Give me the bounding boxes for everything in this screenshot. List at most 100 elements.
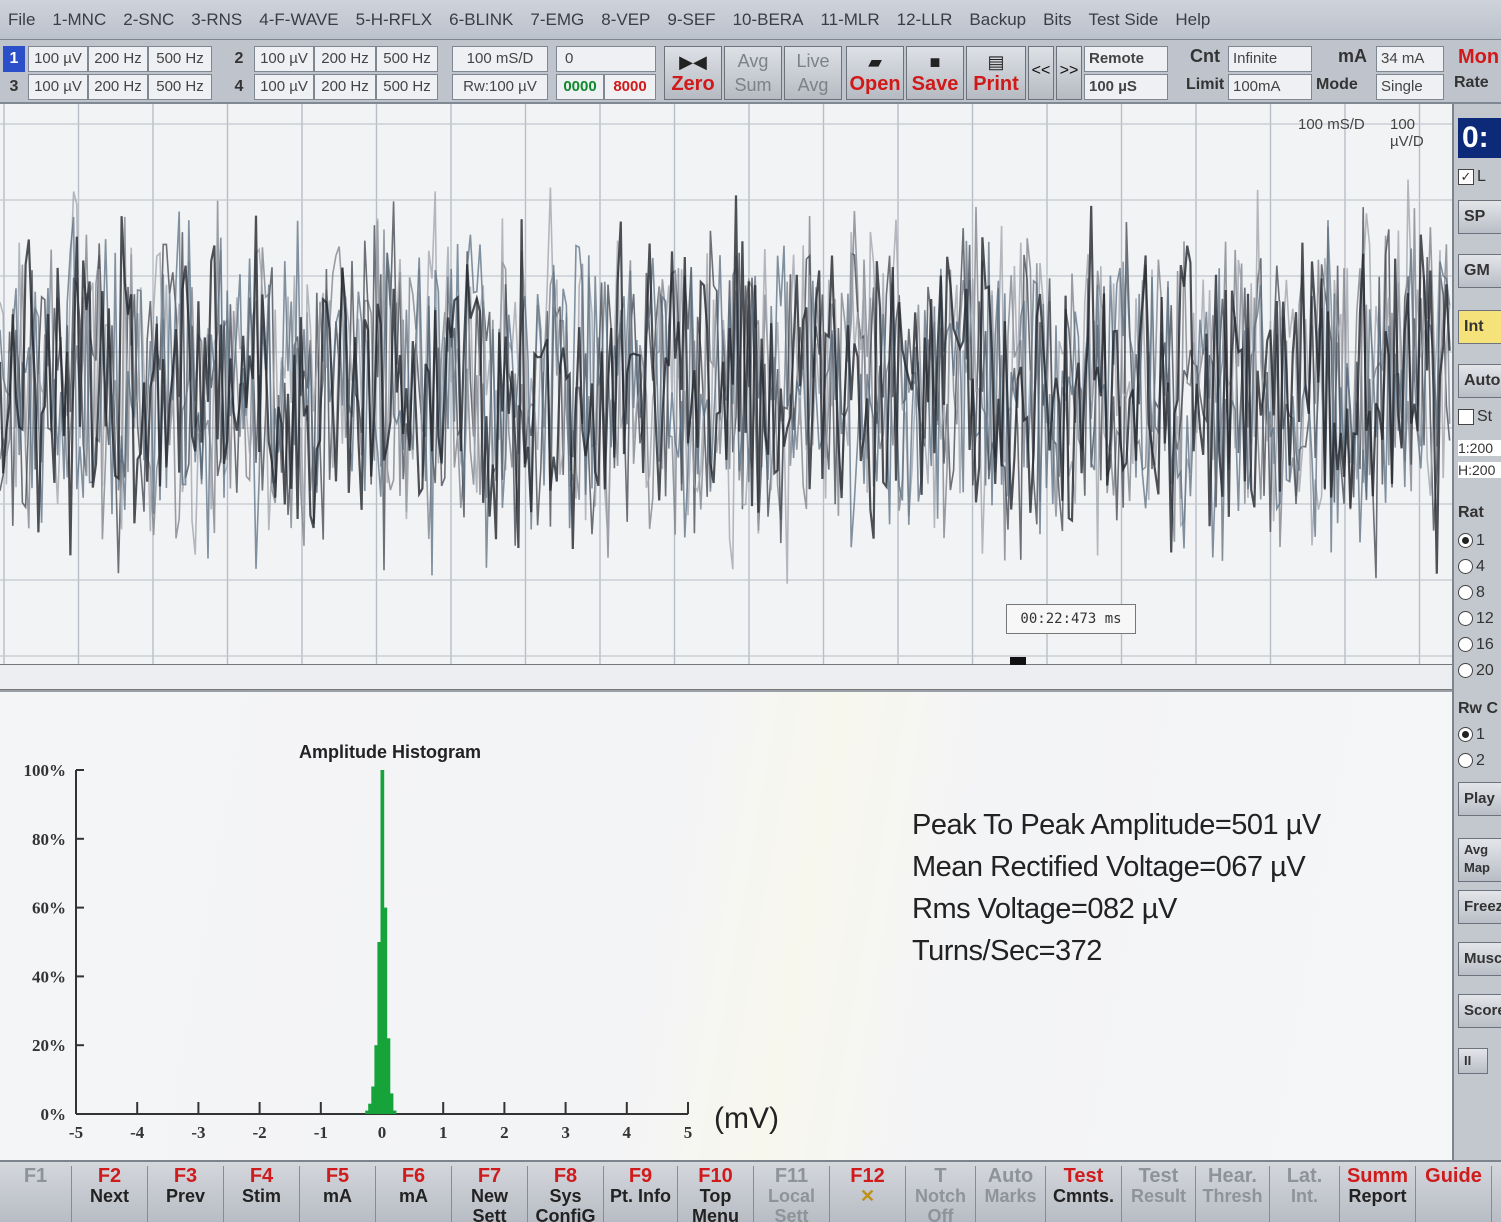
ch1-sensitivity[interactable]: 100 µV (28, 46, 88, 72)
ch1-low-filter[interactable]: 200 Hz (88, 46, 148, 72)
zero-button[interactable]: ▶◀ Zero (664, 46, 722, 100)
fkey-16[interactable]: Test Result (1122, 1166, 1196, 1222)
menu-item-1-mnc[interactable]: 1-MNC (52, 10, 106, 30)
fkey-20[interactable]: Guide (1416, 1166, 1492, 1222)
fkey-15[interactable]: Test Cmnts. (1046, 1166, 1122, 1222)
fkey-14[interactable]: Auto Marks (976, 1166, 1046, 1222)
rate-option-16[interactable]: 16 (1458, 636, 1501, 654)
menu-item-test-side[interactable]: Test Side (1088, 10, 1158, 30)
fkey-7[interactable]: F7 New Sett (452, 1166, 528, 1222)
fkey-12[interactable]: F12 ✕ (830, 1166, 906, 1222)
fkey-3[interactable]: F3 Prev (148, 1166, 224, 1222)
limit-field[interactable]: 100mA (1228, 74, 1312, 100)
rate-option-8[interactable]: 8 (1458, 584, 1501, 602)
ch3-high-filter[interactable]: 500 Hz (148, 74, 212, 100)
menu-item-5-h-rflx[interactable]: 5-H-RFLX (356, 10, 433, 30)
menu-item-12-llr[interactable]: 12-LLR (897, 10, 953, 30)
ch3-low-filter[interactable]: 200 Hz (88, 74, 148, 100)
play-button[interactable]: Play (1458, 782, 1501, 816)
int-button[interactable]: Int (1458, 310, 1501, 344)
rate-option-20[interactable]: 20 (1458, 662, 1501, 680)
next-button[interactable]: >> (1056, 46, 1082, 100)
emg-waveform-panel: 100 mS/D 100 µV/D 00:22:473 ms (0, 104, 1452, 664)
fkey-18[interactable]: Lat. Int. (1270, 1166, 1340, 1222)
cnt-field[interactable]: Infinite (1228, 46, 1312, 72)
menu-item-7-emg[interactable]: 7-EMG (530, 10, 584, 30)
ratio-field-1[interactable]: 1:200 (1458, 440, 1501, 456)
menu-item-3-rns[interactable]: 3-RNS (191, 10, 242, 30)
st-checkbox[interactable]: St (1458, 408, 1501, 426)
fkey-4[interactable]: F4 Stim (224, 1166, 300, 1222)
score-button[interactable]: Score (1458, 994, 1501, 1028)
rw-option-1[interactable]: 1 (1458, 726, 1501, 744)
rate-option-1[interactable]: 1 (1458, 532, 1501, 550)
gm-button[interactable]: GM (1458, 254, 1501, 288)
prev-button[interactable]: << (1028, 46, 1054, 100)
ma-field[interactable]: 34 mA (1376, 46, 1444, 72)
ch3-sensitivity[interactable]: 100 µV (28, 74, 88, 100)
ch1-high-filter[interactable]: 500 Hz (148, 46, 212, 72)
live-checkbox[interactable]: ✓ L (1458, 168, 1501, 186)
channel-1-select[interactable]: 1 (3, 46, 25, 72)
fkey-13[interactable]: T Notch Off (906, 1166, 976, 1222)
fkey-8[interactable]: F8 Sys ConfiG (528, 1166, 604, 1222)
fkey-6[interactable]: F6 mA (376, 1166, 452, 1222)
menu-bar: File 1-MNC 2-SNC 3-RNS 4-F-WAVE 5-H-RFLX 6-BLI… (0, 0, 1501, 40)
fkey-9[interactable]: F9 Pt. Info (604, 1166, 678, 1222)
open-button[interactable]: ▰ Open (846, 46, 904, 100)
ch2-sensitivity[interactable]: 100 µV (254, 46, 314, 72)
time-cursor-readout: 00:22:473 ms (1006, 604, 1136, 634)
ch2-low-filter[interactable]: 200 Hz (314, 46, 376, 72)
muscle-button[interactable]: Muscle (1458, 942, 1501, 976)
timeline-scrollbar[interactable] (0, 657, 1452, 690)
rw-option-2[interactable]: 2 (1458, 752, 1501, 770)
menu-item-4-f-wave[interactable]: 4-F-WAVE (259, 10, 338, 30)
ch4-sensitivity[interactable]: 100 µV (254, 74, 314, 100)
pulse-width-field[interactable]: 100 µS (1084, 74, 1168, 100)
save-button[interactable]: ■ Save (906, 46, 964, 100)
menu-item-11-mlr[interactable]: 11-MLR (820, 10, 879, 30)
menu-item-9-sef[interactable]: 9-SEF (667, 10, 715, 30)
ch2-high-filter[interactable]: 500 Hz (376, 46, 438, 72)
channel-2-select[interactable]: 2 (228, 46, 250, 72)
menu-item-10-bera[interactable]: 10-BERA (733, 10, 804, 30)
pause-button[interactable]: II (1458, 1048, 1488, 1074)
rate-option-4[interactable]: 4 (1458, 558, 1501, 576)
menu-item-bits[interactable]: Bits (1043, 10, 1071, 30)
freeze-button[interactable]: Freeze (1458, 890, 1501, 924)
fkey-10[interactable]: F10 Top Menu (678, 1166, 754, 1222)
x-tick-label: 5 (684, 1123, 693, 1142)
print-button[interactable]: ▤ Print (966, 46, 1026, 100)
fkey-11[interactable]: F11 Local Sett (754, 1166, 830, 1222)
raw-sensitivity-field[interactable]: Rw:100 µV (452, 74, 548, 100)
live-avg-button[interactable]: Live Avg (784, 46, 842, 100)
menu-item-2-snc[interactable]: 2-SNC (123, 10, 174, 30)
sweep-speed-field[interactable]: 100 mS/D (452, 46, 548, 72)
menu-item-backup[interactable]: Backup (969, 10, 1026, 30)
menu-item-file[interactable]: File (8, 10, 35, 30)
rate-option-12[interactable]: 12 (1458, 610, 1501, 628)
sp-button[interactable]: SP (1458, 200, 1501, 234)
avg-map-button[interactable]: Avg Map (1458, 838, 1501, 882)
menu-item-8-vep[interactable]: 8-VEP (601, 10, 650, 30)
remote-button[interactable]: Remote (1084, 46, 1168, 72)
peak-to-peak-amplitude: Peak To Peak Amplitude=501 µV (912, 809, 1321, 841)
fkey-17[interactable]: Hear. Thresh (1196, 1166, 1270, 1222)
radio-icon (1458, 637, 1473, 653)
fkey-5[interactable]: F5 mA (300, 1166, 376, 1222)
menu-item-6-blink[interactable]: 6-BLINK (449, 10, 513, 30)
fkey-19[interactable]: Summ Report (1340, 1166, 1416, 1222)
ch4-low-filter[interactable]: 200 Hz (314, 74, 376, 100)
ch4-high-filter[interactable]: 500 Hz (376, 74, 438, 100)
avg-sum-button[interactable]: Avg Sum (724, 46, 782, 100)
timeline-scroll-thumb[interactable] (1010, 657, 1026, 665)
auto-button[interactable]: Auto (1458, 364, 1501, 398)
fkey-1[interactable]: F1 (0, 1166, 72, 1222)
channel-4-select[interactable]: 4 (228, 74, 250, 100)
counter-field: 0 (556, 46, 656, 72)
fkey-2[interactable]: F2 Next (72, 1166, 148, 1222)
ratio-field-2[interactable]: H:200 (1458, 462, 1501, 478)
channel-3-select[interactable]: 3 (3, 74, 25, 100)
menu-item-help[interactable]: Help (1175, 10, 1210, 30)
mode-field[interactable]: Single (1376, 74, 1444, 100)
